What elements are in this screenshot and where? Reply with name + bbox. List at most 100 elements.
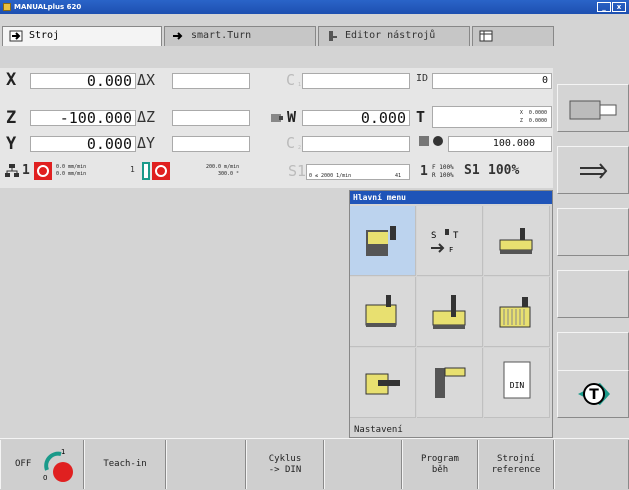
tab-editor-nastroju[interactable]: Editor nástrojů: [318, 26, 470, 46]
tool-t-button[interactable]: T: [557, 370, 629, 418]
y-position-field: 0.000: [30, 136, 136, 152]
softkey-empty-5[interactable]: [324, 440, 402, 489]
z-position-field: -100.000: [30, 110, 136, 126]
delta-z-label: ΔZ: [137, 108, 156, 126]
feed-override-r: R 100%: [432, 172, 454, 179]
menu-item-longitudinal[interactable]: [350, 277, 416, 347]
tab-smart-turn[interactable]: smart.Turn: [164, 26, 316, 46]
tab-label: Editor nástrojů: [345, 30, 436, 41]
feed-rate-1: 0.0 mm/min: [56, 164, 87, 170]
main-menu: Hlavní menu S TF DIN Nastavení: [349, 190, 553, 438]
tab-label: smart.Turn: [191, 30, 252, 41]
spindle-icon: [419, 136, 443, 146]
svg-text:0: 0: [43, 474, 47, 482]
menu-item-drilling[interactable]: [350, 348, 416, 418]
spindle-stop-icon: [152, 162, 170, 180]
right-softkey-3[interactable]: [557, 208, 629, 256]
stf-s-letter: S: [431, 231, 436, 241]
recess-cycle-icon: [432, 295, 466, 329]
stf-f-letter: F: [449, 246, 453, 254]
facing-cycle-icon: [366, 226, 396, 256]
workpiece-view-icon: [569, 100, 617, 120]
tailstock-icon: [271, 114, 283, 122]
delta-z-field: [172, 110, 250, 126]
channel-number: 1: [22, 163, 30, 178]
tool-t-label: T: [416, 108, 426, 126]
spindle-bar-icon: [142, 162, 150, 180]
menu-item-contour[interactable]: [484, 277, 550, 347]
rpm-scale-text: 0 ≤ 2000 1/min: [309, 173, 352, 179]
menu-item-recess[interactable]: [417, 277, 483, 347]
tool-offset-field: X 0.0000 Z 0.0000: [432, 106, 552, 128]
softkey-program-run[interactable]: Program běh: [402, 440, 478, 489]
softkey-empty-3[interactable]: [166, 440, 246, 489]
delta-y-field: [172, 136, 250, 152]
softkey-machine-reference[interactable]: Strojní reference: [478, 440, 554, 489]
smart-turn-icon: [173, 32, 183, 40]
menu-item-din[interactable]: DIN: [484, 348, 550, 418]
softkey-teach-in[interactable]: Teach-in: [84, 440, 166, 489]
tab-table[interactable]: [472, 26, 554, 46]
id-label: ID: [416, 73, 429, 84]
softkey-off-label: OFF: [15, 459, 32, 469]
minimize-button[interactable]: _: [597, 2, 611, 12]
transfer-icon: [580, 163, 608, 179]
network-icon: [5, 164, 19, 177]
c2-field: [302, 136, 410, 152]
c1-label: C: [286, 71, 296, 89]
feed-rate-2: 0.0 mm/min: [56, 171, 87, 177]
softkey-cycle-din[interactable]: Cyklus -> DIN: [246, 440, 324, 489]
right-softkey-panel: T: [555, 70, 629, 430]
tool-change-button[interactable]: [557, 146, 629, 194]
close-button[interactable]: x: [612, 2, 626, 12]
s1-label: S1: [464, 163, 480, 178]
longitudinal-roughing-icon: [365, 295, 397, 327]
softkey-off[interactable]: OFF 10: [0, 440, 84, 489]
table-icon: [479, 30, 493, 42]
delta-x-field: [172, 73, 250, 89]
s-t-f-icon: S TF: [431, 229, 459, 254]
machine-icon: [9, 30, 23, 42]
spindle-number: 1: [130, 165, 135, 174]
machine-view-button[interactable]: [557, 84, 629, 132]
z-axis-label: Z: [6, 108, 17, 128]
power-switch-icon: 10: [43, 448, 73, 482]
turning-cycle-icon: [499, 228, 533, 254]
cutting-speed: 200.0 m/min: [206, 164, 240, 170]
y-axis-label: Y: [6, 134, 17, 154]
x-axis-label: X: [6, 70, 17, 90]
drilling-cycle-icon: [365, 373, 400, 395]
delta-y-label: ΔY: [137, 134, 156, 152]
c1-field: [302, 73, 410, 89]
w-axis-label: W: [287, 108, 297, 126]
c2-label: C: [286, 134, 296, 152]
window-title: MANUALplus 620: [14, 3, 82, 11]
tool-z-offset: Z 0.0000: [519, 118, 547, 124]
tool-x-offset: X 0.0000: [519, 110, 547, 116]
machine-display: X 0.000 ΔX C 1 ID 0 Z -100.000 ΔZ W 0.00…: [0, 68, 553, 188]
menu-settings[interactable]: Nastavení: [350, 423, 552, 437]
s1-grey-label: S1: [288, 162, 307, 180]
id-field: 0: [432, 73, 552, 89]
w-position-field: 0.000: [302, 110, 410, 126]
spindle-angle: 300.0 °: [218, 171, 240, 177]
right-softkey-4[interactable]: [557, 270, 629, 318]
softkey-bar: OFF 10 Teach-in Cyklus -> DIN Program bě…: [0, 438, 629, 490]
main-menu-title: Hlavní menu: [350, 191, 552, 204]
feed-stop-icon: [34, 162, 52, 180]
thread-cycle-icon: [435, 367, 466, 398]
svg-text:T: T: [589, 387, 599, 403]
softkey-empty-8[interactable]: [554, 440, 629, 489]
menu-item-turning[interactable]: [484, 206, 550, 276]
feed-override-f: F 100%: [432, 164, 454, 171]
menu-item-stf[interactable]: S TF: [417, 206, 483, 276]
c2-subscript: 2: [298, 145, 302, 151]
s1-override: 100%: [488, 163, 520, 178]
mode-tab-bar: Stroj smart.Turn Editor nástrojů: [0, 14, 629, 50]
menu-item-thread[interactable]: [417, 348, 483, 418]
c1-subscript: 1: [298, 82, 302, 88]
menu-item-facing[interactable]: [350, 206, 416, 276]
tab-stroj[interactable]: Stroj: [2, 26, 162, 46]
din-program-icon: DIN: [503, 361, 531, 399]
app-icon: [3, 3, 11, 11]
